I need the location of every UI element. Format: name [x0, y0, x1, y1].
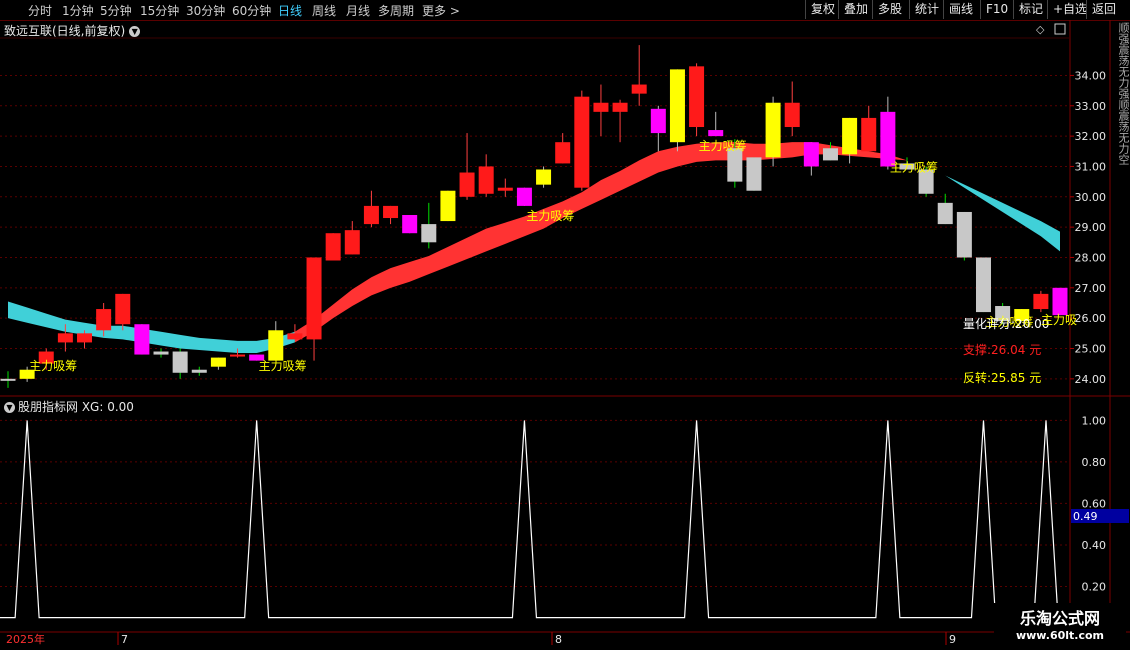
- side-ticker: 顺强震荡无力强顺震荡无力空: [1117, 22, 1130, 165]
- candle-body: [421, 224, 437, 243]
- y-tick-label: 0.60: [1082, 497, 1107, 510]
- candle-body: [536, 169, 552, 185]
- window-icon: [1054, 23, 1066, 35]
- candle-body: [478, 166, 494, 194]
- candle-body: [937, 202, 953, 225]
- stock-chart[interactable]: 24.00 25.00 26.00 27.00 28.00 29.00 30.00 31.00…: [0, 0, 1130, 650]
- support-text: 支撑:26.04 元: [963, 342, 1041, 357]
- candle-body: [325, 233, 341, 261]
- candle-body: [593, 102, 609, 112]
- candle-body: [344, 230, 360, 255]
- candle-body: [631, 84, 647, 94]
- candle-body: [306, 257, 322, 340]
- y-tick-label: 1.00: [1082, 414, 1107, 427]
- candle-body: [268, 330, 284, 361]
- candle-body: [1033, 293, 1049, 310]
- value-tag: 0.49: [1073, 510, 1098, 523]
- signal-label: 主力吸筹: [699, 139, 747, 153]
- candle-body: [803, 142, 819, 167]
- y-tick-label: 34.00: [1075, 69, 1107, 82]
- candle-body: [172, 351, 188, 373]
- y-tick-label: 33.00: [1075, 100, 1107, 113]
- y-tick-label: 25.00: [1075, 342, 1107, 355]
- x-axis-month: 8: [555, 633, 562, 646]
- trend-band-red: [294, 142, 907, 343]
- candle-body: [287, 333, 303, 340]
- candle-body: [880, 111, 896, 167]
- y-tick-label: 0.20: [1082, 580, 1107, 593]
- xg-signal-line: [0, 420, 1070, 619]
- candle-body: [650, 108, 666, 134]
- x-axis-year: 2025年: [6, 632, 45, 646]
- y-tick-label: 31.00: [1075, 160, 1107, 173]
- y-tick-label: 0.80: [1082, 456, 1107, 469]
- candle-body: [77, 333, 93, 343]
- y-tick-label: 28.00: [1075, 251, 1107, 264]
- y-tick-label: 29.00: [1075, 221, 1107, 234]
- candle-body: [746, 157, 762, 191]
- candle-body: [134, 324, 150, 355]
- candle-body: [574, 96, 590, 188]
- candle-body: [727, 148, 743, 182]
- candle-body: [842, 117, 858, 155]
- diamond-icon: ◇: [1036, 23, 1045, 36]
- y-tick-label: 26.00: [1075, 312, 1107, 325]
- candle-body: [0, 378, 16, 381]
- candle-body: [115, 293, 131, 325]
- candle-body: [555, 142, 571, 164]
- signal-label: 主力吸筹: [259, 359, 307, 373]
- signal-label: 主力吸筹: [29, 359, 77, 373]
- x-axis-month: 9: [949, 633, 956, 646]
- signal-label-partial: 主力吸: [1041, 313, 1077, 327]
- candle-body: [975, 257, 991, 313]
- candle-body: [708, 130, 724, 137]
- candle-body: [1052, 287, 1068, 316]
- watermark: 乐淘公式网 www.60lt.com: [994, 603, 1126, 647]
- candle-body: [402, 215, 418, 234]
- candle-body: [57, 333, 73, 343]
- candle-body: [689, 66, 705, 128]
- y-tick-label: 24.00: [1075, 373, 1107, 386]
- candle-body: [363, 205, 379, 225]
- candle-body: [822, 148, 838, 161]
- candle-body: [383, 205, 399, 219]
- candle-body: [497, 187, 513, 191]
- candle-body: [861, 117, 877, 152]
- candle-body: [440, 190, 456, 222]
- candle-body: [516, 187, 532, 206]
- candle-body: [459, 172, 475, 197]
- candle-body: [765, 102, 781, 158]
- y-tick-label: 27.00: [1075, 282, 1107, 295]
- candle-body: [210, 357, 226, 367]
- reversal-text: 反转:25.85 元: [963, 370, 1041, 385]
- y-tick-label: 0.40: [1082, 539, 1107, 552]
- candle-body: [153, 351, 169, 355]
- watermark-logo: 乐淘公式网: [1019, 609, 1100, 628]
- candle-body: [191, 369, 207, 373]
- candle-body: [96, 309, 112, 331]
- candle-body: [612, 102, 628, 112]
- y-tick-label: 30.00: [1075, 191, 1107, 204]
- candle-body: [784, 102, 800, 128]
- y-tick-label: 32.00: [1075, 130, 1107, 143]
- signal-label: 主力吸筹: [526, 209, 574, 223]
- watermark-url: www.60lt.com: [1015, 629, 1105, 642]
- candle-body: [230, 354, 246, 357]
- trend-band-cyan: [8, 301, 295, 354]
- candle-body: [956, 211, 972, 258]
- candle-body: [669, 69, 685, 143]
- x-axis-month: 7: [121, 633, 128, 646]
- signal-label: 主力吸筹: [890, 160, 938, 174]
- score-text: 量化评分:20.00: [963, 317, 1049, 331]
